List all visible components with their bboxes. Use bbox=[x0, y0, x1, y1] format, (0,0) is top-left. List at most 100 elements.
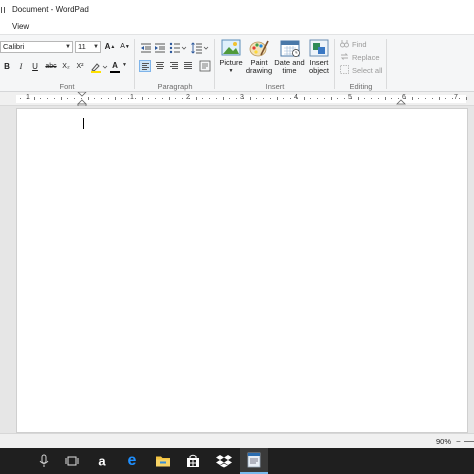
ruler-tick bbox=[94, 98, 95, 99]
ruler-tick bbox=[223, 97, 224, 100]
decrease-indent-button[interactable] bbox=[140, 42, 152, 54]
ruler-tick bbox=[209, 98, 210, 99]
highlight-color-button[interactable] bbox=[90, 61, 108, 73]
ruler-tick bbox=[101, 98, 102, 99]
strikethrough-button[interactable]: abc bbox=[44, 61, 58, 73]
ruler-tick bbox=[74, 98, 75, 99]
align-right-button[interactable] bbox=[168, 60, 180, 72]
replace-button[interactable]: Replace bbox=[340, 52, 380, 64]
paint-drawing-label-line2: drawing bbox=[245, 66, 273, 75]
ruler-tick bbox=[256, 98, 257, 99]
text-color-button[interactable]: A ▼ bbox=[110, 61, 128, 73]
bullets-button[interactable] bbox=[169, 42, 187, 54]
window-title: Document - WordPad bbox=[12, 5, 89, 14]
dropbox-button[interactable] bbox=[210, 448, 238, 474]
ruler-number: 7 bbox=[454, 94, 458, 101]
edge-button[interactable]: e bbox=[118, 448, 146, 474]
zoom-out-button[interactable]: − bbox=[456, 437, 461, 446]
shrink-font-button[interactable]: A▼ bbox=[119, 41, 131, 53]
ruler-tick bbox=[182, 98, 183, 99]
replace-label: Replace bbox=[352, 53, 380, 62]
find-label: Find bbox=[352, 40, 367, 49]
ruler-number: 1 bbox=[26, 94, 30, 101]
tab-view[interactable]: View bbox=[12, 22, 29, 31]
justify-button[interactable] bbox=[182, 60, 194, 72]
line-spacing-button[interactable] bbox=[191, 42, 209, 54]
paragraph-settings-button[interactable] bbox=[199, 60, 211, 72]
ruler-tick bbox=[459, 98, 460, 99]
ruler-tick bbox=[162, 98, 163, 99]
ruler-tick bbox=[196, 97, 197, 100]
paint-drawing-button[interactable]: Paint drawing bbox=[245, 39, 273, 83]
bullet-list-icon bbox=[169, 42, 187, 54]
app-menu-icon[interactable] bbox=[1, 7, 5, 13]
microphone-button[interactable] bbox=[30, 448, 58, 474]
wordpad-taskbar-button[interactable] bbox=[240, 448, 268, 474]
ruler-tick bbox=[358, 97, 359, 100]
zoom-slider[interactable] bbox=[464, 441, 474, 442]
subscript-button[interactable]: X₂ bbox=[60, 61, 72, 73]
picture-button[interactable]: Picture ▼ bbox=[217, 39, 245, 83]
group-separator bbox=[334, 39, 335, 89]
font-size-select[interactable]: 11 ▼ bbox=[75, 41, 101, 53]
file-explorer-button[interactable] bbox=[149, 448, 177, 474]
ruler-tick bbox=[263, 98, 264, 99]
ruler-tick bbox=[290, 98, 291, 99]
select-all-button[interactable]: Select all bbox=[340, 65, 382, 77]
underline-button[interactable]: U bbox=[30, 61, 40, 73]
increase-indent-button[interactable] bbox=[154, 42, 166, 54]
ruler-number: 2 bbox=[186, 94, 190, 101]
ruler-tick bbox=[364, 98, 365, 99]
ruler-tick bbox=[378, 98, 379, 99]
ruler-tick bbox=[202, 98, 203, 99]
ruler[interactable]: 1 1 2 3 4 5 6 7 bbox=[0, 92, 474, 106]
ruler-tick bbox=[466, 97, 467, 100]
align-center-button[interactable] bbox=[154, 60, 166, 72]
ruler-tick bbox=[277, 97, 278, 100]
ruler-tick bbox=[128, 98, 129, 99]
find-button[interactable]: Find bbox=[340, 39, 367, 51]
ruler-tick bbox=[331, 97, 332, 100]
date-time-button[interactable]: Date and time bbox=[273, 39, 306, 83]
ruler-tick bbox=[452, 98, 453, 99]
select-all-label: Select all bbox=[352, 66, 383, 75]
ruler-tick bbox=[54, 98, 55, 99]
zoom-level: 90% bbox=[436, 437, 452, 446]
ruler-tick bbox=[418, 98, 419, 99]
editing-group-label: Editing bbox=[349, 82, 373, 91]
calendar-icon bbox=[280, 39, 300, 57]
italic-button[interactable]: I bbox=[16, 61, 26, 73]
task-view-button[interactable] bbox=[58, 448, 86, 474]
paint-palette-icon bbox=[249, 39, 269, 57]
ruler-tick bbox=[304, 97, 305, 100]
ruler-tick bbox=[371, 98, 372, 99]
amazon-button[interactable]: a bbox=[88, 448, 116, 474]
right-indent-marker-icon[interactable] bbox=[396, 97, 406, 105]
store-button[interactable] bbox=[179, 448, 207, 474]
indent-marker-icon[interactable] bbox=[77, 92, 87, 106]
ruler-tick bbox=[385, 97, 386, 100]
ruler-tick bbox=[337, 98, 338, 99]
align-left-button[interactable] bbox=[139, 60, 151, 72]
bold-button[interactable]: B bbox=[2, 61, 12, 73]
ruler-tick bbox=[142, 97, 143, 100]
ruler-number: 5 bbox=[348, 94, 352, 101]
ruler-tick bbox=[175, 98, 176, 99]
ruler-tick bbox=[67, 98, 68, 99]
group-separator bbox=[214, 39, 215, 89]
increase-indent-icon bbox=[155, 43, 165, 53]
grow-font-button[interactable]: A▲ bbox=[104, 41, 116, 53]
font-family-select[interactable]: Calibri ▼ bbox=[0, 41, 73, 53]
ruler-tick bbox=[344, 98, 345, 99]
file-explorer-icon bbox=[156, 456, 170, 467]
ruler-tick bbox=[236, 98, 237, 99]
ruler-tick bbox=[439, 97, 440, 100]
insert-object-button[interactable]: Insert object bbox=[306, 39, 332, 83]
superscript-button[interactable]: X² bbox=[74, 61, 86, 73]
ruler-tick bbox=[270, 98, 271, 99]
ruler-tick bbox=[88, 97, 89, 100]
document-page[interactable] bbox=[16, 108, 468, 433]
taskbar: a e bbox=[0, 448, 474, 474]
ruler-tick bbox=[121, 98, 122, 99]
ruler-number: 3 bbox=[240, 94, 244, 101]
